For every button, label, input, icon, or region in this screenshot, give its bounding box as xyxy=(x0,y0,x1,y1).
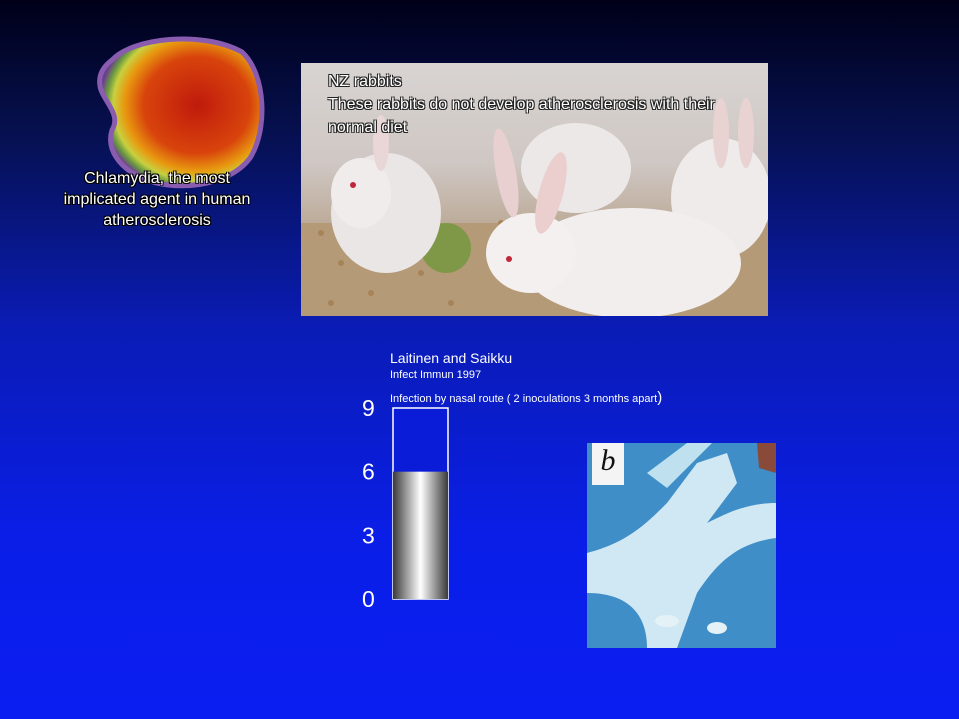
y-tick-label: 9 xyxy=(362,395,375,421)
citation-authors: Laitinen and Saikku xyxy=(390,350,513,366)
chlamydia-caption: Chlamydia, the most implicated agent in … xyxy=(63,170,251,229)
rabbit-caption-title: NZ rabbits xyxy=(328,73,402,90)
lesion-bar-chart: 9 6 3 0 xyxy=(362,395,449,610)
aorta-photo: b xyxy=(587,443,776,648)
rabbit-caption: NZ rabbits These rabbits do not develop … xyxy=(328,70,758,139)
bar-value-6 xyxy=(393,471,448,599)
chlamydia-micrograph-image xyxy=(97,36,265,189)
rabbit-caption-body: These rabbits do not develop atheroscler… xyxy=(328,96,715,136)
citation-journal: Infect Immun 1997 xyxy=(390,369,482,381)
panel-letter-b: b xyxy=(592,443,624,485)
y-tick-label: 3 xyxy=(362,522,375,548)
citation-route-close: ) xyxy=(657,389,663,406)
y-tick-label: 6 xyxy=(362,459,375,485)
y-tick-label: 0 xyxy=(362,586,375,610)
